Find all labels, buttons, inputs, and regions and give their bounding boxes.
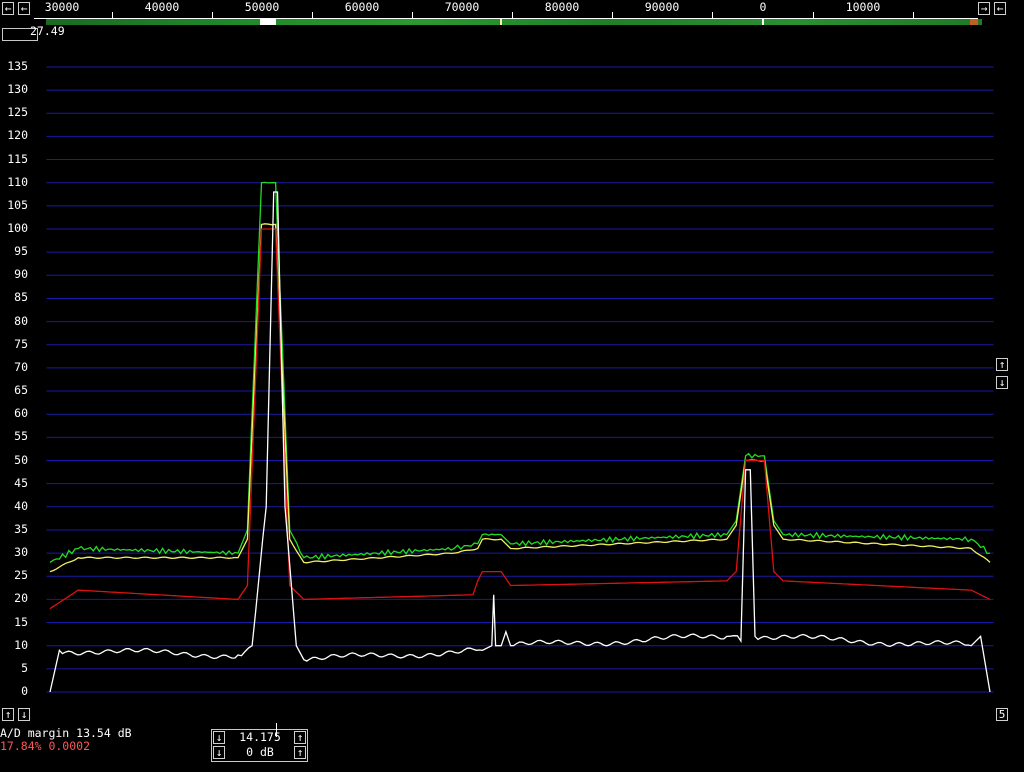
y-label-30: 30 — [14, 545, 28, 560]
scroll-right-fast-button[interactable]: ← — [994, 2, 1006, 15]
tuning-marker — [276, 723, 277, 737]
five-button[interactable]: 5 — [996, 708, 1008, 721]
freq-tick — [813, 12, 814, 18]
waterfall-strip — [46, 19, 982, 25]
y-scale-up-button[interactable]: ↑ — [2, 708, 14, 721]
freq-tick — [913, 12, 914, 18]
y-label-15: 15 — [14, 614, 28, 629]
freq-tick — [412, 12, 413, 18]
y-label-35: 35 — [14, 521, 28, 536]
y-label-60: 60 — [14, 406, 28, 421]
y-label-95: 95 — [14, 244, 28, 259]
freq-label-50000: 50000 — [244, 0, 280, 14]
percent-text: 17.84% 0.0002 — [0, 739, 91, 753]
y-label-100: 100 — [7, 221, 28, 235]
gain-down-button[interactable]: ↓ — [213, 746, 225, 759]
y-label-135: 135 — [7, 58, 28, 73]
freq-tick — [212, 12, 213, 18]
scroll-right-button[interactable]: → — [978, 2, 990, 15]
y-label-85: 85 — [14, 290, 28, 305]
y-label-80: 80 — [14, 313, 28, 328]
ad-margin-text: A/D margin 13.54 dB — [0, 726, 132, 740]
y-label-55: 55 — [14, 429, 28, 444]
green-trace — [49, 181, 991, 563]
freq-tick — [612, 12, 613, 18]
y-label-115: 115 — [7, 151, 28, 166]
top-readout: 27.49 — [30, 24, 65, 38]
y-label-5: 5 — [21, 660, 28, 675]
gain-value[interactable]: 0 dB — [226, 745, 294, 759]
freq-label-90000: 90000 — [644, 0, 680, 14]
y-label-50: 50 — [14, 452, 28, 467]
white-trace — [49, 191, 991, 693]
freq-up-button[interactable]: ↑ — [294, 731, 306, 744]
freq-label-80000: 80000 — [544, 0, 580, 14]
zoom-up-button[interactable]: ↑ — [996, 358, 1008, 371]
y-label-110: 110 — [7, 174, 28, 189]
zoom-down-button[interactable]: ↓ — [996, 376, 1008, 389]
y-label-65: 65 — [14, 383, 28, 398]
scroll-left-fast-button[interactable]: ← — [18, 2, 30, 15]
freq-label-60000: 60000 — [344, 0, 380, 14]
spectrum-window: 30000 40000 50000 60000 70000 80000 90000 0 1000… — [0, 0, 1024, 772]
y-label-10: 10 — [14, 637, 28, 652]
gain-up-button[interactable]: ↑ — [294, 746, 306, 759]
freq-tick — [512, 12, 513, 18]
y-label-70: 70 — [14, 359, 28, 374]
y-label-0: 0 — [21, 684, 28, 698]
frequency-value[interactable]: 14.175 — [226, 730, 294, 744]
y-label-45: 45 — [14, 475, 28, 490]
y-label-120: 120 — [7, 128, 28, 143]
y-label-40: 40 — [14, 498, 28, 513]
freq-label-70000: 70000 — [444, 0, 480, 14]
frequency-scale[interactable]: 30000 40000 50000 60000 70000 80000 90000 0 1000… — [34, 0, 978, 19]
y-scale-down-button[interactable]: ↓ — [18, 708, 30, 721]
freq-label-0: 0 — [759, 0, 767, 14]
freq-label-40000: 40000 — [144, 0, 180, 14]
y-label-25: 25 — [14, 568, 28, 583]
y-label-130: 130 — [7, 82, 28, 97]
y-label-125: 125 — [7, 105, 28, 120]
y-label-90: 90 — [14, 267, 28, 282]
y-label-105: 105 — [7, 197, 28, 212]
scroll-left-button[interactable]: ← — [2, 2, 14, 15]
freq-tick — [712, 12, 713, 18]
y-label-75: 75 — [14, 336, 28, 351]
freq-tick — [312, 12, 313, 18]
freq-down-button[interactable]: ↓ — [213, 731, 225, 744]
freq-label-10000: 10000 — [845, 0, 881, 14]
yellow-trace — [49, 223, 991, 573]
freq-label-30000: 30000 — [44, 0, 80, 14]
freq-tick — [112, 12, 113, 18]
spectrum-display — [45, 60, 995, 724]
y-label-20: 20 — [14, 591, 28, 606]
